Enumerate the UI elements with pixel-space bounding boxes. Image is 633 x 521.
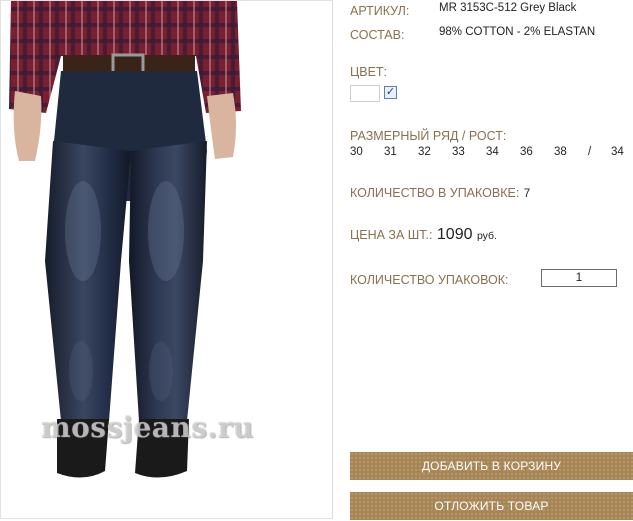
- price-value: 1090: [436, 226, 473, 243]
- product-photo[interactable]: mossjeans.ru: [0, 0, 333, 519]
- size-item: 30: [350, 146, 363, 158]
- size-item: 36: [520, 146, 533, 158]
- size-item: 38: [554, 146, 567, 158]
- price-label: ЦЕНА ЗА ШТ.:: [350, 228, 433, 242]
- pack-qty-value: 7: [523, 188, 531, 200]
- size-item: 31: [384, 146, 397, 158]
- article-value: MR 3153C-512 Grey Black: [439, 2, 577, 14]
- packs-row: КОЛИЧЕСТВО УПАКОВОК:: [350, 271, 508, 289]
- article-label: АРТИКУЛ:: [350, 4, 410, 18]
- packs-label: КОЛИЧЕСТВО УПАКОВОК:: [350, 273, 509, 287]
- color-swatch[interactable]: [350, 85, 380, 102]
- watermark-text: mossjeans.ru: [41, 411, 254, 444]
- color-row: ЦВЕТ:: [350, 63, 387, 81]
- size-item: 32: [418, 146, 431, 158]
- composition-row: СОСТАВ: 98% COTTON - 2% ELASTAN: [350, 26, 595, 44]
- size-row: РАЗМЕРНЫЙ РЯД / РОСТ:: [350, 127, 506, 145]
- composition-label: СОСТАВ:: [350, 28, 405, 42]
- height-item: 34: [611, 146, 624, 158]
- pack-qty-label: КОЛИЧЕСТВО В УПАКОВКЕ:: [350, 186, 520, 200]
- size-list: 30 31 32 33 34 36 38 / 34: [350, 146, 633, 162]
- size-label: РАЗМЕРНЫЙ РЯД / РОСТ:: [350, 129, 507, 143]
- color-checkbox[interactable]: ✓: [384, 86, 397, 99]
- composition-value: 98% COTTON - 2% ELASTAN: [439, 26, 596, 38]
- pack-qty-row: КОЛИЧЕСТВО В УПАКОВКЕ: 7: [350, 184, 530, 202]
- size-item: 34: [486, 146, 499, 158]
- packs-quantity-input[interactable]: [541, 269, 617, 287]
- add-to-cart-button[interactable]: ДОБАВИТЬ В КОРЗИНУ: [350, 452, 633, 480]
- size-item: 33: [452, 146, 465, 158]
- defer-item-button[interactable]: ОТЛОЖИТЬ ТОВАР: [350, 492, 633, 520]
- color-label: ЦВЕТ:: [350, 65, 388, 79]
- price-row: ЦЕНА ЗА ШТ.: 1090 руб.: [350, 226, 497, 244]
- size-separator: /: [588, 146, 592, 158]
- article-row: АРТИКУЛ: MR 3153C-512 Grey Black: [350, 2, 576, 20]
- price-currency: руб.: [476, 230, 497, 242]
